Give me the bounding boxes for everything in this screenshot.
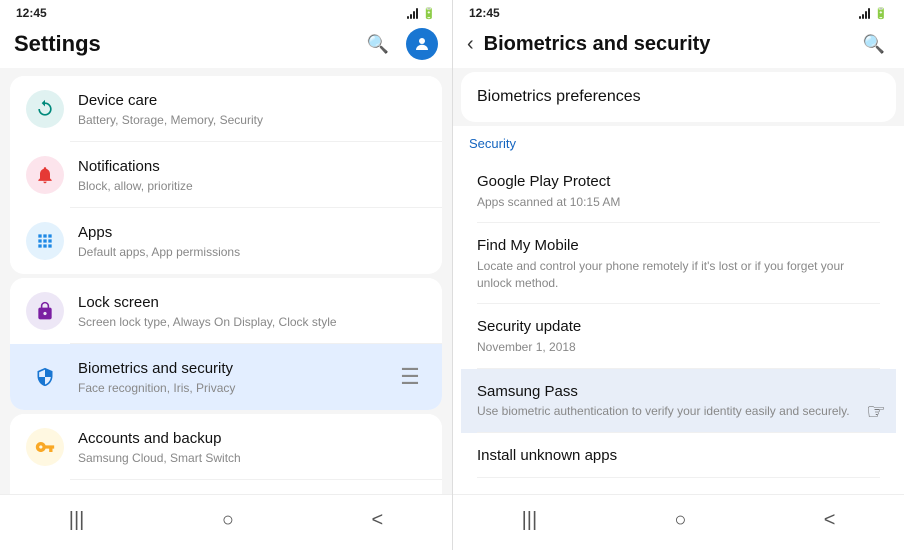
notifications-subtitle: Block, allow, prioritize [78, 179, 426, 193]
bottom-nav-left: ||| ○ < [0, 494, 452, 550]
status-time-left: 12:45 [16, 6, 47, 20]
notifications-text: Notifications Block, allow, prioritize [78, 157, 426, 193]
accounts-icon [26, 428, 64, 466]
account-avatar[interactable] [406, 28, 438, 60]
apps-icon [26, 222, 64, 260]
find-my-mobile-sub: Locate and control your phone remotely i… [477, 258, 880, 292]
settings-card-1: Device care Battery, Storage, Memory, Se… [10, 76, 442, 274]
search-button-right[interactable]: 🔍 [858, 28, 890, 60]
left-phone: 12:45 🔋 Settings 🔍 Device care [0, 0, 452, 550]
find-my-mobile-title: Find My Mobile [477, 236, 880, 256]
settings-item-notifications[interactable]: Notifications Block, allow, prioritize [10, 142, 442, 208]
biometrics-pref-card: Biometrics preferences [461, 72, 896, 122]
nav-back-right[interactable]: < [804, 505, 856, 536]
notifications-icon [26, 156, 64, 194]
cursor-hand-right: ☞ [866, 399, 886, 425]
settings-item-apps[interactable]: Apps Default apps, App permissions [10, 208, 442, 274]
lock-screen-title: Lock screen [78, 293, 426, 313]
top-bar-left: Settings 🔍 [0, 24, 452, 68]
nav-home-right[interactable]: ○ [654, 505, 706, 536]
device-care-subtitle: Battery, Storage, Memory, Security [78, 113, 426, 127]
bio-item-google-play[interactable]: Google Play Protect Apps scanned at 10:1… [461, 159, 896, 223]
biometrics-icon [26, 358, 64, 396]
top-bar-right: ‹ Biometrics and security 🔍 [453, 24, 904, 68]
accounts-subtitle: Samsung Cloud, Smart Switch [78, 451, 426, 465]
right-phone: 12:45 🔋 ‹ Biometrics and security 🔍 Biom… [452, 0, 904, 550]
status-icons-right: 🔋 [859, 7, 888, 20]
security-update-sub: November 1, 2018 [477, 339, 880, 356]
battery-icon-right: 🔋 [874, 7, 888, 20]
settings-item-google[interactable]: G Google Google settings [10, 480, 442, 494]
bio-item-install-unknown[interactable]: Install unknown apps [461, 433, 896, 479]
top-bar-icons-left: 🔍 [362, 28, 438, 60]
accounts-text: Accounts and backup Samsung Cloud, Smart… [78, 429, 426, 465]
notifications-title: Notifications [78, 157, 426, 177]
device-care-icon [26, 90, 64, 128]
apps-text: Apps Default apps, App permissions [78, 223, 426, 259]
back-button[interactable]: ‹ [467, 33, 474, 56]
signal-icon-left [407, 7, 418, 19]
install-unknown-title: Install unknown apps [477, 446, 880, 466]
security-update-title: Security update [477, 317, 880, 337]
ripple-icon-left: ☰ [394, 361, 426, 393]
biometrics-pref-item[interactable]: Biometrics preferences [461, 72, 896, 122]
lock-screen-icon [26, 292, 64, 330]
biometrics-subtitle: Face recognition, Iris, Privacy [78, 381, 394, 395]
nav-home-left[interactable]: ○ [202, 505, 254, 536]
google-play-title: Google Play Protect [477, 172, 880, 192]
status-bar-left: 12:45 🔋 [0, 0, 452, 24]
search-button-left[interactable]: 🔍 [362, 28, 394, 60]
nav-menu-left[interactable]: ||| [49, 505, 105, 536]
secure-folder-title: Secure Folder [477, 491, 880, 494]
bio-item-samsung-pass[interactable]: Samsung Pass Use biometric authenticatio… [461, 369, 896, 433]
battery-icon-left: 🔋 [422, 7, 436, 20]
biometrics-title: Biometrics and security [78, 359, 394, 379]
samsung-pass-sub: Use biometric authentication to verify y… [477, 403, 880, 420]
bio-item-find-my-mobile[interactable]: Find My Mobile Locate and control your p… [461, 223, 896, 304]
device-care-title: Device care [78, 91, 426, 111]
biometrics-text: Biometrics and security Face recognition… [78, 359, 394, 395]
security-card: Google Play Protect Apps scanned at 10:1… [461, 159, 896, 494]
security-section: Security Google Play Protect Apps scanne… [453, 126, 904, 494]
page-title-left: Settings [14, 31, 362, 57]
samsung-pass-title: Samsung Pass [477, 382, 880, 402]
nav-menu-right[interactable]: ||| [502, 505, 558, 536]
lock-screen-subtitle: Screen lock type, Always On Display, Clo… [78, 315, 426, 329]
page-title-right: Biometrics and security [484, 33, 858, 56]
settings-list: Device care Battery, Storage, Memory, Se… [0, 68, 452, 494]
settings-card-2: Lock screen Screen lock type, Always On … [10, 278, 442, 410]
settings-item-biometrics[interactable]: Biometrics and security Face recognition… [10, 344, 442, 410]
google-play-sub: Apps scanned at 10:15 AM [477, 194, 880, 211]
device-care-text: Device care Battery, Storage, Memory, Se… [78, 91, 426, 127]
settings-item-lock-screen[interactable]: Lock screen Screen lock type, Always On … [10, 278, 442, 344]
apps-subtitle: Default apps, App permissions [78, 245, 426, 259]
settings-item-device-care[interactable]: Device care Battery, Storage, Memory, Se… [10, 76, 442, 142]
nav-back-left[interactable]: < [352, 505, 404, 536]
lock-screen-text: Lock screen Screen lock type, Always On … [78, 293, 426, 329]
accounts-title: Accounts and backup [78, 429, 426, 449]
bio-item-security-update[interactable]: Security update November 1, 2018 [461, 304, 896, 368]
signal-icon-right [859, 7, 870, 19]
biometrics-pref-title: Biometrics preferences [477, 88, 641, 105]
apps-title: Apps [78, 223, 426, 243]
status-icons-left: 🔋 [407, 7, 436, 20]
settings-item-accounts[interactable]: Accounts and backup Samsung Cloud, Smart… [10, 414, 442, 480]
status-bar-right: 12:45 🔋 [453, 0, 904, 24]
status-time-right: 12:45 [469, 6, 500, 20]
settings-card-3: Accounts and backup Samsung Cloud, Smart… [10, 414, 442, 494]
security-section-label: Security [453, 126, 904, 155]
bio-item-secure-folder[interactable]: Secure Folder Keep your personal files a… [461, 478, 896, 494]
bottom-nav-right: ||| ○ < [453, 494, 904, 550]
biometrics-list: Biometrics preferences Security Google P… [453, 68, 904, 494]
